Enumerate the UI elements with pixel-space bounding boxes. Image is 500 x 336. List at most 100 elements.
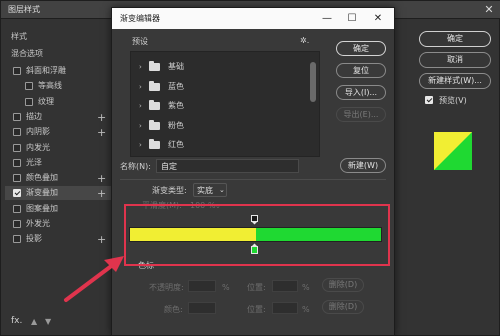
style-checkbox[interactable]	[13, 235, 21, 244]
gradient-type-value: 实底	[197, 186, 213, 195]
gear-icon[interactable]: ✲.	[300, 37, 309, 45]
style-item-7[interactable]: 颜色叠加 +	[5, 171, 111, 185]
add-effect-icon[interactable]: +	[97, 187, 106, 200]
add-effect-icon[interactable]: +	[97, 111, 106, 124]
highlight-box	[124, 204, 390, 266]
add-effect-icon[interactable]: +	[97, 233, 106, 246]
opacity-unit: %	[222, 283, 230, 292]
style-checkbox[interactable]	[13, 204, 21, 213]
close-icon[interactable]: ✕	[371, 12, 385, 25]
chevron-right-icon[interactable]: ›	[139, 83, 142, 91]
style-item-2[interactable]: 纹理	[5, 95, 111, 109]
style-checkbox[interactable]	[13, 220, 21, 228]
gradient-ok-button[interactable]: 确定	[336, 41, 386, 56]
style-item-8[interactable]: 渐变叠加 +	[5, 186, 111, 201]
style-checkbox[interactable]	[13, 174, 21, 183]
fx-icon[interactable]: fx.	[11, 317, 22, 326]
color-swatch[interactable]	[188, 302, 216, 314]
layer-ok-button[interactable]: 确定	[419, 31, 491, 47]
style-item-1[interactable]: 等高线	[5, 79, 111, 93]
chevron-right-icon[interactable]: ›	[139, 63, 142, 71]
style-checkbox[interactable]	[25, 82, 33, 91]
style-item-label: 投影	[26, 234, 42, 244]
preview-swatch	[434, 132, 472, 170]
style-item-label: 内发光	[26, 142, 50, 152]
presets-label: 预设	[132, 37, 148, 46]
layer-cancel-button[interactable]: 取消	[419, 52, 491, 68]
name-value: 自定	[161, 162, 177, 171]
style-item-label: 描边	[26, 111, 42, 121]
folder-icon	[149, 80, 160, 91]
style-item-label: 等高线	[38, 81, 62, 91]
preset-folder-item[interactable]: › 粉色	[131, 117, 307, 135]
opacity-location-unit: %	[302, 283, 310, 292]
folder-icon	[149, 61, 160, 71]
style-item-4[interactable]: 内阴影 +	[5, 125, 111, 139]
new-gradient-button[interactable]: 新建(W)	[340, 158, 386, 173]
gradient-type-select[interactable]: 实底 ⌄	[193, 183, 227, 197]
new-style-button[interactable]: 新建样式(W)...	[419, 73, 491, 89]
folder-icon	[149, 119, 160, 130]
add-effect-icon[interactable]: +	[97, 126, 106, 139]
move-down-icon[interactable]: ▼	[45, 317, 51, 326]
style-item-9[interactable]: 图案叠加	[5, 202, 111, 216]
style-item-0[interactable]: 斜面和浮雕	[5, 64, 111, 78]
style-item-label: 纹理	[38, 96, 54, 106]
scrollbar-thumb[interactable]	[310, 62, 316, 102]
style-item-label: 图案叠加	[26, 203, 58, 213]
chevron-down-icon: ⌄	[219, 186, 225, 194]
styles-section-label[interactable]: 样式	[11, 33, 27, 41]
style-item-6[interactable]: 光泽	[5, 156, 111, 170]
preset-folder-item[interactable]: › 基础	[131, 58, 307, 76]
presets-panel[interactable]: › 基础 › 蓝色 › 紫色 › 粉色 › 红色	[130, 51, 320, 157]
chevron-right-icon[interactable]: ›	[139, 102, 142, 110]
folder-icon	[149, 100, 160, 110]
style-checkbox[interactable]	[13, 67, 21, 75]
chevron-right-icon[interactable]: ›	[139, 141, 142, 149]
maximize-icon[interactable]: ☐	[345, 12, 359, 25]
folder-icon	[149, 139, 160, 149]
style-checkbox[interactable]	[13, 128, 21, 137]
style-checkbox[interactable]	[13, 158, 21, 167]
style-checkbox[interactable]	[13, 112, 21, 121]
chevron-right-icon[interactable]: ›	[139, 122, 142, 130]
reset-button[interactable]: 复位	[336, 63, 386, 78]
style-item-label: 颜色叠加	[26, 173, 58, 183]
preset-folder-label: 红色	[168, 140, 184, 149]
move-up-icon[interactable]: ▲	[31, 317, 37, 326]
style-item-5[interactable]: 内发光	[5, 141, 111, 155]
style-checkbox[interactable]	[13, 143, 21, 152]
gradient-editor-dialog: 渐变编辑器 — ☐ ✕ 预设 ✲. › 基础 › 蓝色 › 紫色 › 粉色 › 红色 确定 复位 …	[111, 7, 395, 336]
add-effect-icon[interactable]: +	[97, 172, 106, 185]
style-item-3[interactable]: 描边 +	[5, 110, 111, 124]
export-button[interactable]: 导出(E)...	[336, 107, 386, 122]
blend-options-item[interactable]: 混合选项	[11, 50, 43, 58]
presets-scrollbar[interactable]	[309, 54, 317, 154]
color-location-input[interactable]	[272, 302, 298, 314]
name-label: 名称(N):	[120, 162, 151, 171]
preset-folder-label: 基础	[168, 62, 184, 71]
preset-folder-label: 蓝色	[168, 81, 184, 91]
import-button[interactable]: 导入(I)...	[336, 85, 386, 100]
gradient-type-label: 渐变类型:	[152, 186, 187, 195]
style-item-label: 斜面和浮雕	[26, 66, 66, 75]
preview-checkbox[interactable]	[425, 95, 435, 105]
preset-folder-item[interactable]: › 紫色	[131, 97, 307, 115]
style-item-10[interactable]: 外发光	[5, 217, 111, 231]
opacity-input[interactable]	[188, 280, 216, 292]
style-checkbox[interactable]	[25, 97, 33, 106]
minimize-icon[interactable]: —	[320, 12, 334, 25]
divider	[120, 179, 386, 180]
close-icon[interactable]: ✕	[482, 3, 496, 17]
preset-folder-item[interactable]: › 红色	[131, 136, 307, 154]
preset-folder-item[interactable]: › 蓝色	[131, 78, 307, 96]
name-field[interactable]: 自定	[156, 159, 299, 173]
opacity-location-label: 位置:	[247, 283, 266, 292]
opacity-location-input[interactable]	[272, 280, 298, 292]
style-item-11[interactable]: 投影 +	[5, 232, 111, 246]
opacity-label: 不透明度:	[149, 283, 184, 292]
delete-color-stop-button[interactable]: 删除(D)	[322, 300, 364, 314]
delete-opacity-stop-button[interactable]: 删除(D)	[322, 278, 364, 292]
style-checkbox[interactable]	[13, 189, 21, 198]
style-item-label: 渐变叠加	[26, 188, 58, 198]
